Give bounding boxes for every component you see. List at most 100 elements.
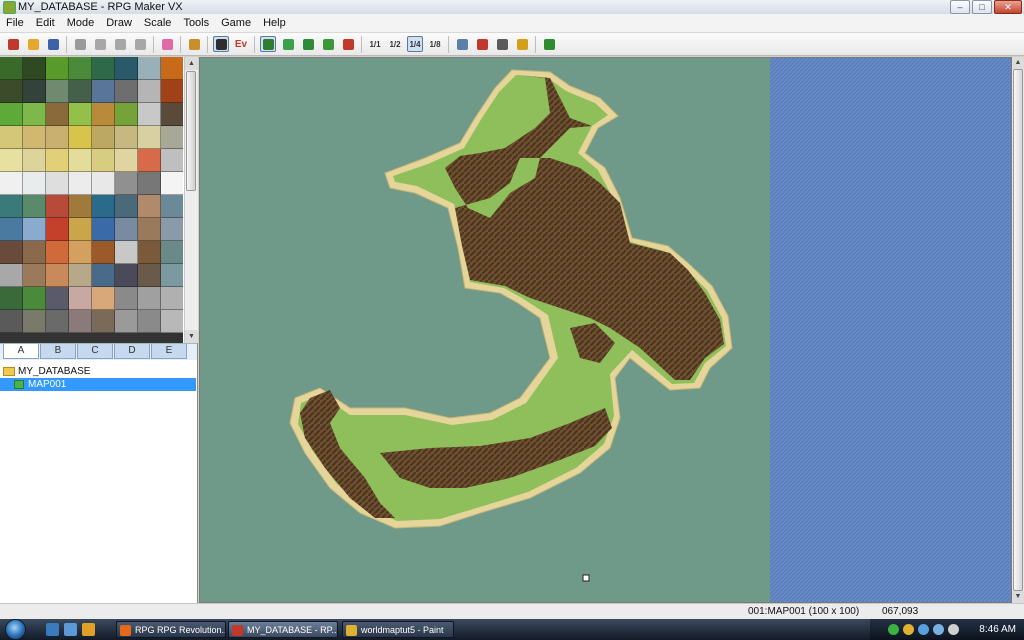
- palette-tile[interactable]: [46, 287, 69, 310]
- palette-tile[interactable]: [0, 103, 23, 126]
- map-svg[interactable]: [200, 58, 1012, 603]
- palette-tile[interactable]: [23, 218, 46, 241]
- pencil-button[interactable]: [260, 36, 276, 52]
- map-scroll-up-icon[interactable]: ▲: [1012, 57, 1024, 69]
- save-project-button[interactable]: [45, 36, 61, 52]
- palette-tile[interactable]: [138, 126, 161, 149]
- tree-root[interactable]: MY_DATABASE: [3, 365, 193, 378]
- rectangle-button[interactable]: [280, 36, 296, 52]
- palette-tile[interactable]: [46, 218, 69, 241]
- palette-tile[interactable]: [69, 287, 92, 310]
- palette-tile[interactable]: [161, 149, 183, 172]
- palette-tile[interactable]: [92, 103, 115, 126]
- tab-a[interactable]: A: [3, 344, 39, 359]
- palette-tile[interactable]: [138, 103, 161, 126]
- palette-tile[interactable]: [0, 126, 23, 149]
- script-editor-button[interactable]: [474, 36, 490, 52]
- palette-tile[interactable]: [46, 264, 69, 287]
- palette-tile[interactable]: [23, 57, 46, 80]
- palette-tile[interactable]: [115, 287, 138, 310]
- map-scrollbar[interactable]: ▲ ▼: [1012, 57, 1024, 603]
- palette-tile[interactable]: [0, 57, 23, 80]
- palette-tile[interactable]: [69, 264, 92, 287]
- undo-button[interactable]: [159, 36, 175, 52]
- palette-tile[interactable]: [138, 264, 161, 287]
- palette-tile[interactable]: [161, 103, 183, 126]
- palette-tile[interactable]: [69, 57, 92, 80]
- menu-game[interactable]: Game: [215, 14, 257, 32]
- palette-tile[interactable]: [46, 57, 69, 80]
- palette-tile[interactable]: [115, 218, 138, 241]
- palette-tile[interactable]: [138, 149, 161, 172]
- palette-tile[interactable]: [92, 80, 115, 103]
- palette-tile[interactable]: [138, 287, 161, 310]
- taskbar-item[interactable]: worldmaptut5 - Paint: [342, 621, 454, 638]
- sound-test-button[interactable]: [494, 36, 510, 52]
- scale-1-1-button[interactable]: 1/1: [367, 36, 383, 52]
- event-mode-button[interactable]: Ev: [233, 36, 249, 52]
- palette-tile[interactable]: [23, 126, 46, 149]
- palette-tile[interactable]: [23, 195, 46, 218]
- palette-tile[interactable]: [46, 310, 69, 333]
- new-project-button[interactable]: [5, 36, 21, 52]
- menu-help[interactable]: Help: [257, 14, 292, 32]
- palette-tile[interactable]: [46, 80, 69, 103]
- tree-item-map001[interactable]: MAP001: [0, 378, 196, 391]
- palette-tile[interactable]: [115, 126, 138, 149]
- palette-tile[interactable]: [92, 57, 115, 80]
- palette-tile[interactable]: [161, 195, 183, 218]
- palette-tile[interactable]: [161, 264, 183, 287]
- palette-tile[interactable]: [46, 149, 69, 172]
- palette-tile[interactable]: [161, 126, 183, 149]
- palette-tile[interactable]: [23, 172, 46, 195]
- palette-tile[interactable]: [69, 218, 92, 241]
- start-button[interactable]: [5, 619, 26, 640]
- palette-tile[interactable]: [92, 195, 115, 218]
- map-mode-button[interactable]: [213, 36, 229, 52]
- palette-tile[interactable]: [92, 241, 115, 264]
- close-button[interactable]: ✕: [994, 0, 1022, 14]
- tray-icon[interactable]: [888, 624, 899, 635]
- palette-tile[interactable]: [69, 103, 92, 126]
- palette-tile[interactable]: [69, 310, 92, 333]
- paste-button[interactable]: [112, 36, 128, 52]
- palette-tile[interactable]: [46, 172, 69, 195]
- menu-tools[interactable]: Tools: [177, 14, 215, 32]
- delete-button[interactable]: [132, 36, 148, 52]
- palette-tile[interactable]: [0, 172, 23, 195]
- palette-scroll-thumb[interactable]: [186, 71, 196, 191]
- tile-palette[interactable]: [0, 57, 183, 343]
- menu-edit[interactable]: Edit: [30, 14, 61, 32]
- palette-tile[interactable]: [69, 172, 92, 195]
- palette-tile[interactable]: [0, 241, 23, 264]
- palette-tile[interactable]: [69, 149, 92, 172]
- palette-tile[interactable]: [115, 310, 138, 333]
- palette-tile[interactable]: [23, 149, 46, 172]
- maximize-button[interactable]: □: [972, 0, 992, 14]
- palette-tile[interactable]: [92, 126, 115, 149]
- palette-tile[interactable]: [138, 310, 161, 333]
- palette-tile[interactable]: [161, 80, 183, 103]
- palette-tile[interactable]: [92, 264, 115, 287]
- palette-tile[interactable]: [46, 126, 69, 149]
- palette-tile[interactable]: [0, 195, 23, 218]
- palette-tile[interactable]: [115, 195, 138, 218]
- map-scroll-thumb[interactable]: [1013, 69, 1023, 591]
- palette-tile[interactable]: [115, 103, 138, 126]
- tray-icon[interactable]: [933, 624, 944, 635]
- scale-1-4-button[interactable]: 1/4: [407, 36, 423, 52]
- palette-tile[interactable]: [92, 310, 115, 333]
- palette-tile[interactable]: [46, 195, 69, 218]
- menu-file[interactable]: File: [0, 14, 30, 32]
- palette-tile[interactable]: [138, 241, 161, 264]
- palette-tile[interactable]: [69, 126, 92, 149]
- tile-grid[interactable]: [0, 57, 183, 333]
- palette-tile[interactable]: [161, 218, 183, 241]
- tab-c[interactable]: C: [77, 344, 113, 359]
- ellipse-button[interactable]: [300, 36, 316, 52]
- palette-tile[interactable]: [138, 172, 161, 195]
- palette-tile[interactable]: [23, 264, 46, 287]
- palette-tile[interactable]: [92, 218, 115, 241]
- copy-button[interactable]: [92, 36, 108, 52]
- palette-tile[interactable]: [69, 241, 92, 264]
